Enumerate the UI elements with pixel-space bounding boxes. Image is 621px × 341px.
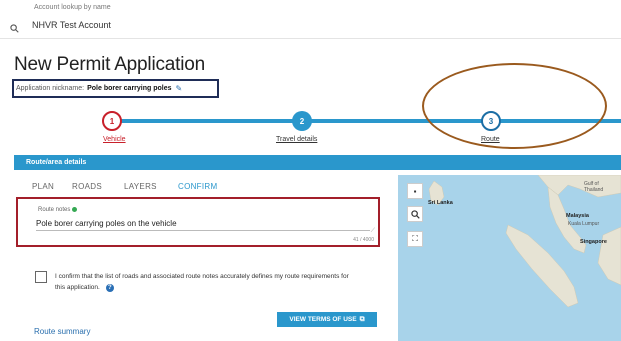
section-header-route-area: Route/area details [14, 155, 621, 170]
step-vehicle-link[interactable]: Vehicle [103, 136, 126, 143]
status-dot-icon [72, 207, 78, 212]
search-icon[interactable] [10, 24, 19, 33]
pencil-icon[interactable]: ✎ [176, 84, 183, 93]
confirm-checkbox[interactable] [35, 271, 47, 283]
confirm-text-wrap: I confirm that the list of roads and ass… [55, 271, 355, 293]
map-label-singapore: Singapore [580, 239, 607, 245]
tab-confirm[interactable]: CONFIRM [178, 182, 217, 191]
route-notes-label: Route notes [38, 207, 71, 214]
route-notes-textarea[interactable]: Pole borer carrying poles on the vehicle [36, 219, 370, 231]
application-nickname: Application nickname: Pole borer carryin… [12, 79, 219, 98]
route-summary-link[interactable]: Route summary [34, 327, 90, 336]
header-divider [0, 38, 621, 39]
tab-roads[interactable]: ROADS [72, 182, 102, 191]
view-terms-label: VIEW TERMS OF USE [289, 316, 357, 323]
map-label-kuala-lumpur: Kuala Lumpur [568, 221, 600, 227]
map-label-gulf: Gulf of Thailand [584, 181, 604, 193]
resize-handle-icon[interactable]: ⟋ [371, 228, 375, 235]
account-lookup-label: Account lookup by name [34, 4, 111, 11]
annotation-ellipse [422, 63, 607, 149]
external-link-icon: ⧉ [359, 315, 365, 323]
nickname-label: Application nickname: [16, 85, 85, 92]
page-title: New Permit Application [14, 54, 205, 75]
confirm-text: I confirm that the list of roads and ass… [55, 273, 349, 291]
camera-icon[interactable]: ▪ [407, 183, 423, 199]
account-search-input[interactable]: NHVR Test Account [32, 20, 111, 30]
tab-layers[interactable]: LAYERS [124, 182, 157, 191]
map-search-icon[interactable] [407, 206, 423, 222]
nickname-value: Pole borer carrying poles [87, 85, 172, 92]
step-travel-details-link[interactable]: Travel details [276, 136, 317, 143]
map-label-sri-lanka: Sri Lanka [428, 200, 453, 206]
fullscreen-icon[interactable]: ⛶ [407, 231, 423, 247]
view-terms-button[interactable]: VIEW TERMS OF USE ⧉ [277, 312, 377, 327]
route-notes-label-wrap: Route notes [38, 207, 78, 214]
route-map[interactable]: ▪ ⛶ Sri Lanka Malaysia Kuala Lumpur Sing… [398, 175, 621, 341]
step-travel-details-circle[interactable]: 2 [292, 111, 312, 131]
step-vehicle-circle[interactable]: 1 [102, 111, 122, 131]
route-notes-counter: 41 / 4000 [353, 237, 374, 243]
tab-plan[interactable]: PLAN [32, 182, 54, 191]
route-notes-panel: Route notes Pole borer carrying poles on… [16, 197, 380, 247]
help-icon[interactable]: ? [105, 284, 114, 292]
magnifier-icon [410, 209, 420, 219]
map-label-malaysia: Malaysia [566, 213, 589, 219]
